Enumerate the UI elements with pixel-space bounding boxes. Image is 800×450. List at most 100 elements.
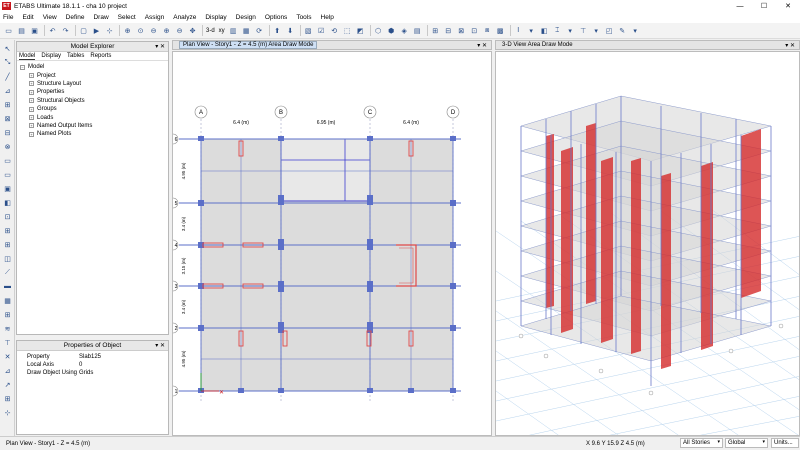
draw-area-icon[interactable]: ▾ [591, 25, 602, 36]
lock-icon[interactable]: ▢ [78, 25, 89, 36]
tree-item[interactable]: + Project [20, 71, 165, 79]
reshape-icon[interactable]: ⤡ [2, 57, 13, 68]
menu-file[interactable]: File [3, 14, 13, 21]
design-frame-icon[interactable]: ⊞ [430, 25, 441, 36]
show-deformed-icon[interactable]: ⬢ [386, 25, 397, 36]
pointer-icon[interactable]: ⊹ [104, 25, 115, 36]
property-row[interactable]: Local Axis 0 [17, 361, 168, 369]
draw-point-icon[interactable]: ╱ [2, 71, 13, 82]
menu-draw[interactable]: Draw [93, 14, 108, 21]
view-xz-icon[interactable]: ▥ [228, 25, 239, 36]
expand-icon[interactable]: + [29, 115, 34, 121]
tab-reports[interactable]: Reports [90, 53, 111, 59]
zoom-out-icon[interactable]: ⊖ [174, 25, 185, 36]
collapse-icon[interactable]: − [20, 64, 25, 70]
layer-icon[interactable]: ◩ [355, 25, 366, 36]
draw-dimension-icon[interactable]: ⊡ [2, 211, 13, 222]
close-icon[interactable]: ✕ [776, 0, 800, 12]
draw-beam-icon[interactable]: ▾ [565, 25, 576, 36]
draw-section-icon[interactable]: ◧ [539, 25, 550, 36]
dropdown-icon[interactable]: ▾ [630, 25, 641, 36]
design-slab-icon[interactable]: ▩ [495, 25, 506, 36]
menu-help[interactable]: Help [321, 14, 334, 21]
move-down-icon[interactable]: ⬇ [285, 25, 296, 36]
tree-item[interactable]: + Groups [20, 105, 165, 113]
draw-pier-icon[interactable]: ⊤ [578, 25, 589, 36]
maximize-icon[interactable]: ☐ [752, 0, 776, 12]
menu-options[interactable]: Options [265, 14, 287, 21]
run-analysis-icon[interactable]: ▶ [91, 25, 102, 36]
expand-icon[interactable]: + [29, 89, 34, 95]
zoom-rubber-band-icon[interactable]: ⊕ [122, 25, 133, 36]
open-folder-icon[interactable]: ▤ [16, 25, 27, 36]
menu-edit[interactable]: Edit [22, 14, 33, 21]
plan-view-tab[interactable]: Plan View - Story1 - Z = 4.5 (m) Area Dr… [179, 41, 318, 49]
design-composite-icon[interactable]: ⧈ [482, 25, 493, 36]
draw-pencil-icon[interactable]: ✎ [617, 25, 628, 36]
cube-icon[interactable]: ⬚ [342, 25, 353, 36]
panel-pin-close-icon[interactable]: ▾ ✕ [155, 342, 165, 349]
draw-tendon-icon[interactable]: ◫ [2, 253, 13, 264]
draw-reference-icon[interactable]: ⊞ [2, 239, 13, 250]
tree-item[interactable]: + Loads [20, 113, 165, 121]
view3d-canvas[interactable] [495, 51, 800, 436]
zoom-previous-icon[interactable]: ⊖ [148, 25, 159, 36]
draw-brace-icon[interactable]: ⊠ [2, 113, 13, 124]
snap-icon[interactable]: ⊤ [2, 337, 13, 348]
snap-grid-icon[interactable]: ⊞ [2, 393, 13, 404]
menu-display[interactable]: Display [205, 14, 226, 21]
view-yz-icon[interactable]: ▦ [241, 25, 252, 36]
tab-tables[interactable]: Tables [67, 53, 84, 59]
show-forces-icon[interactable]: ◈ [399, 25, 410, 36]
new-file-icon[interactable]: ▭ [3, 25, 14, 36]
expand-icon[interactable]: + [29, 73, 34, 79]
draw-wall-stack-icon[interactable]: ≋ [2, 323, 13, 334]
tree-root[interactable]: − Model [20, 63, 165, 71]
object-shrink-icon[interactable]: ▧ [303, 25, 314, 36]
zoom-in-icon[interactable]: ⊕ [161, 25, 172, 36]
menu-tools[interactable]: Tools [296, 14, 311, 21]
tab-display[interactable]: Display [41, 53, 61, 59]
menu-define[interactable]: Define [66, 14, 85, 21]
stories-dropdown[interactable]: All Stories ▾ [680, 438, 723, 448]
show-tables-icon[interactable]: ▤ [412, 25, 423, 36]
expand-icon[interactable]: + [29, 81, 34, 87]
show-undeformed-icon[interactable]: ⬡ [373, 25, 384, 36]
redo-icon[interactable]: ↷ [60, 25, 71, 36]
expand-icon[interactable]: + [29, 123, 34, 129]
minimize-icon[interactable]: — [728, 0, 752, 12]
draw-floor-icon[interactable]: ▭ [2, 155, 13, 166]
view-3d-button[interactable]: 3-d [205, 25, 216, 36]
plan-drawing[interactable]: A B C D 6.4 (m) 6.95 (m) 6.4 (m) 6 5 4 3… [173, 52, 493, 437]
set-display-options-icon[interactable]: ☑ [316, 25, 327, 36]
window-menu-close-icon[interactable]: ▾ ✕ [785, 42, 795, 49]
draw-design-strip-icon[interactable]: ▬ [2, 281, 13, 292]
move-up-icon[interactable]: ⬆ [272, 25, 283, 36]
draw-grid-icon[interactable]: ⊞ [2, 225, 13, 236]
draw-text-cursor-icon[interactable]: I [513, 25, 524, 36]
tree-item[interactable]: + Properties [20, 88, 165, 96]
menu-assign[interactable]: Assign [145, 14, 165, 21]
tree-item[interactable]: + Named Plots [20, 130, 165, 138]
draw-section-cut-icon[interactable]: ◧ [2, 197, 13, 208]
draw-frame-icon[interactable]: ▾ [526, 25, 537, 36]
selected-slab-panel[interactable] [280, 138, 371, 202]
snap-intersect-icon[interactable]: ⊿ [2, 365, 13, 376]
select-pointer-icon[interactable]: ↖ [2, 43, 13, 54]
expand-icon[interactable]: + [29, 106, 34, 112]
window-menu-close-icon[interactable]: ▾ ✕ [477, 42, 487, 49]
coord-system-dropdown[interactable]: Global ▾ [725, 438, 768, 448]
draw-i-beam-icon[interactable]: ⌶ [552, 25, 563, 36]
draw-opening-icon[interactable]: ▭ [2, 169, 13, 180]
design-steel-icon[interactable]: ⊟ [443, 25, 454, 36]
design-shear-wall-icon[interactable]: ⊡ [469, 25, 480, 36]
expand-icon[interactable]: + [29, 131, 34, 137]
expand-icon[interactable]: + [29, 98, 34, 104]
draw-rect-icon[interactable]: ◰ [604, 25, 615, 36]
design-concrete-icon[interactable]: ⊠ [456, 25, 467, 36]
units-button[interactable]: Units... [771, 438, 799, 448]
pan-icon[interactable]: ✥ [187, 25, 198, 36]
draw-wall-icon[interactable]: ⊗ [2, 141, 13, 152]
tree-item[interactable]: + Structure Layout [20, 80, 165, 88]
menu-view[interactable]: View [43, 14, 57, 21]
